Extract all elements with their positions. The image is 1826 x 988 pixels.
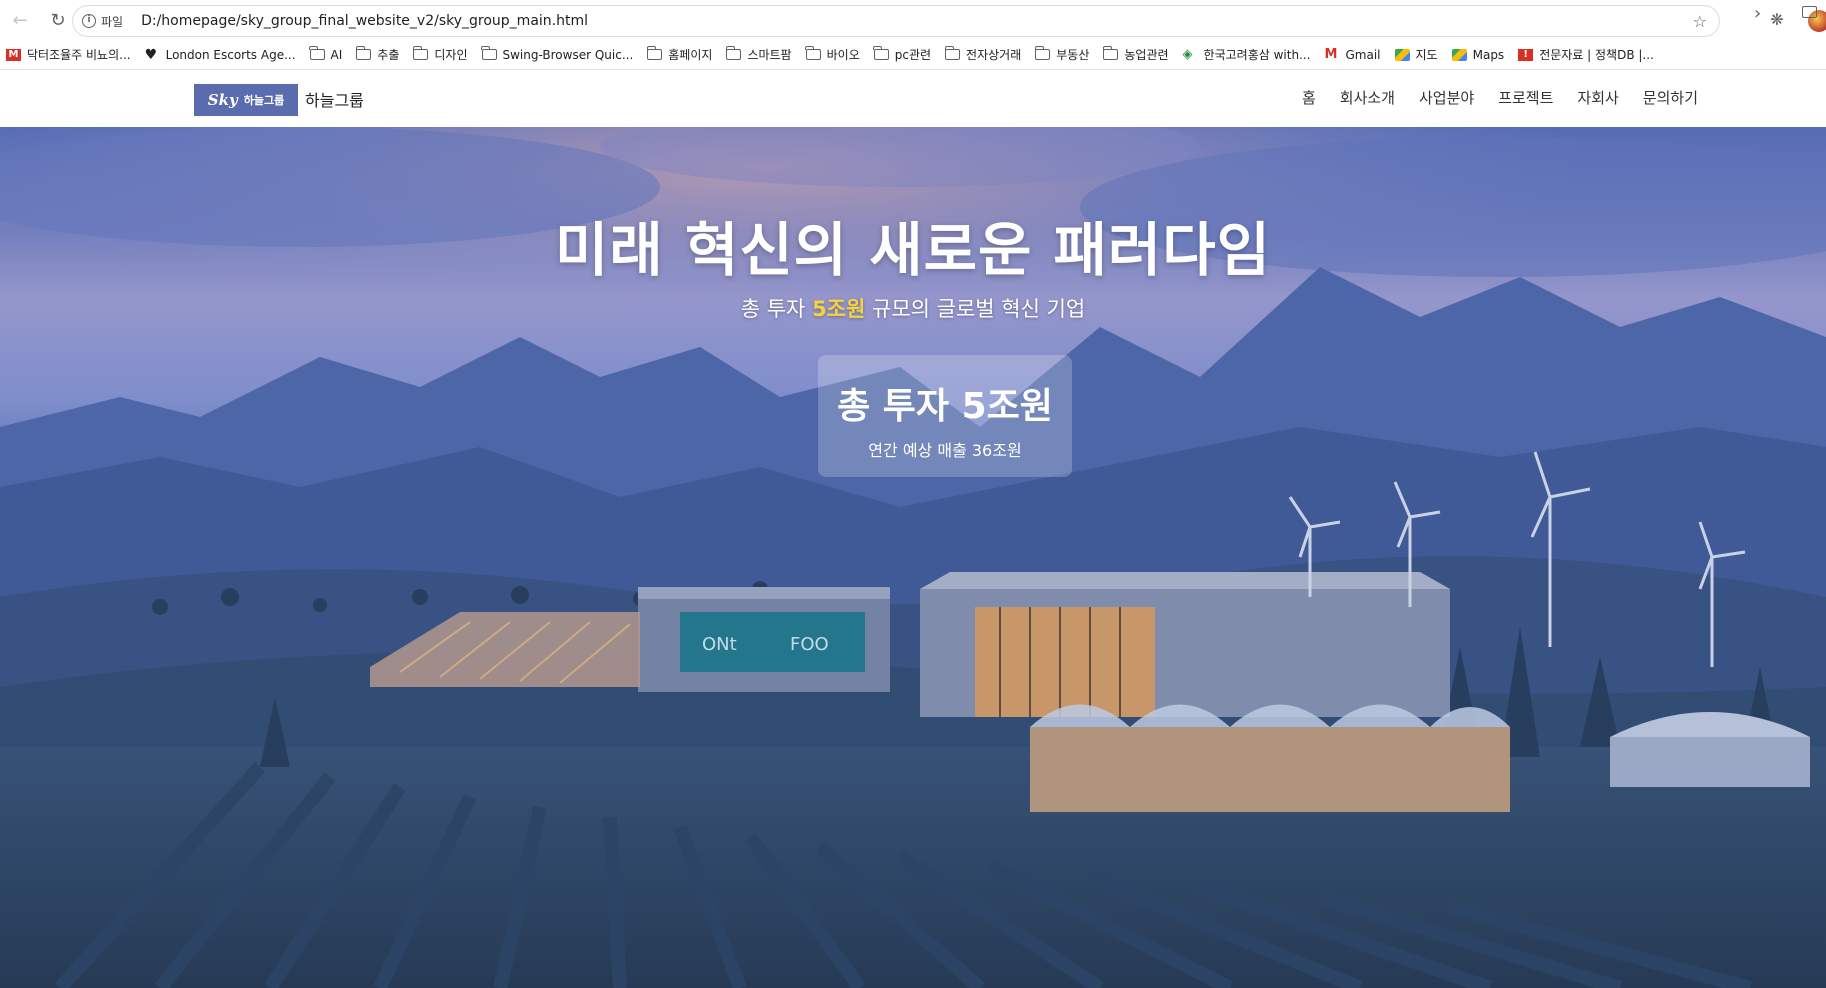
gmail-icon: M <box>1324 46 1338 62</box>
hero-title: 미래 혁신의 새로운 패러다임 <box>555 216 1271 284</box>
hero-subtitle-suffix: 규모의 글로벌 혁신 기업 <box>872 297 1086 321</box>
bookmark-label: AI <box>330 47 343 62</box>
folder-icon <box>646 46 663 60</box>
maps-icon <box>1451 48 1467 61</box>
folder-icon <box>481 46 497 60</box>
main-nav: 홈 회사소개 사업분야 프로젝트 자회사 문의하기 <box>1302 87 1698 108</box>
bookmark-item[interactable]: 전자상거래 <box>939 43 1029 67</box>
hero-subtitle-highlight: 5조원 <box>812 297 866 321</box>
bookmarks-overflow-chevron-icon[interactable]: › <box>1754 3 1761 24</box>
investment-stat-card: 총 투자 5조원 연간 예상 매출 36조원 <box>818 355 1072 477</box>
folder-icon <box>944 46 961 60</box>
nav-projects[interactable]: 프로젝트 <box>1498 87 1553 108</box>
extensions-puzzle-icon[interactable]: ❋ <box>1768 11 1786 29</box>
back-arrow-icon[interactable]: ← <box>6 6 34 34</box>
bookmark-item[interactable]: ♥ London Escorts Age... <box>139 43 304 67</box>
hero-section: ONt FOO 미래 혁신의 새로운 패러다임 총 투자 5조원 규모의 글로벌… <box>0 127 1826 988</box>
bookmark-item[interactable]: Swing-Browser Quic... <box>476 43 642 67</box>
info-icon[interactable]: i <box>82 14 96 28</box>
bookmark-label: 전자상거래 <box>966 48 1022 62</box>
bookmark-item[interactable]: M Gmail <box>1319 43 1389 67</box>
bookmark-item[interactable]: Maps <box>1446 43 1513 67</box>
app-m-icon: M <box>6 48 21 61</box>
folder-icon <box>1102 46 1119 60</box>
nav-business[interactable]: 사업분야 <box>1419 87 1474 108</box>
stat-total-investment: 총 투자 5조원 <box>837 386 1053 427</box>
nav-about[interactable]: 회사소개 <box>1340 87 1395 108</box>
bookmark-item[interactable]: AI <box>304 43 351 67</box>
shield-icon: ◈ <box>1182 46 1193 62</box>
bookmark-star-icon[interactable]: ☆ <box>1693 12 1707 31</box>
site-header: Sky 하늘그룹 하늘그룹 홈 회사소개 사업분야 프로젝트 자회사 문의하기 <box>0 71 1826 127</box>
bookmark-label: pc관련 <box>894 48 932 62</box>
folder-icon <box>873 46 889 60</box>
brand-name[interactable]: 하늘그룹 <box>305 87 364 111</box>
bookmarks-bar: M 닥터조율주 비뇨의... ♥ London Escorts Age... AI 추출 디… <box>0 40 1826 70</box>
heart-icon: ♥ <box>144 46 158 63</box>
bookmark-label: 추출 <box>377 48 400 62</box>
bookmark-label: 홈페이지 <box>668 48 713 62</box>
site-logo[interactable]: Sky 하늘그룹 <box>194 84 298 116</box>
bookmark-item[interactable]: 부동산 <box>1029 43 1097 67</box>
logo-script-text: Sky <box>207 91 238 109</box>
folder-icon <box>412 46 429 60</box>
bookmark-item[interactable]: pc관련 <box>868 43 939 67</box>
url-text[interactable]: D:/homepage/sky_group_final_website_v2/s… <box>141 13 588 29</box>
bookmark-item[interactable]: 스마트팜 <box>720 43 799 67</box>
bookmark-label: 닥터조율주 비뇨의... <box>27 48 131 62</box>
bookmarks-overflow-folder[interactable] <box>1802 6 1823 18</box>
bookmark-label: 부동산 <box>1056 48 1090 62</box>
nav-home[interactable]: 홈 <box>1302 87 1316 108</box>
folder-icon <box>309 46 325 60</box>
address-bar[interactable]: i 파일 D:/homepage/sky_group_final_website… <box>72 5 1720 37</box>
folder-icon <box>1034 46 1051 60</box>
bookmark-label: Maps <box>1472 47 1505 62</box>
bookmark-label: 전문자료 | 정책DB |... <box>1539 48 1654 62</box>
nav-contact[interactable]: 문의하기 <box>1643 87 1698 108</box>
hero-subtitle: 총 투자 5조원 규모의 글로벌 혁신 기업 <box>0 293 1826 323</box>
bookmark-item[interactable]: ◈ 한국고려홍삼 with... <box>1177 43 1319 67</box>
bookmark-item[interactable]: 홈페이지 <box>641 43 720 67</box>
bookmark-label: 농업관련 <box>1124 48 1169 62</box>
bookmark-label: 디자인 <box>434 48 468 62</box>
logo-small-text: 하늘그룹 <box>243 94 285 107</box>
bookmark-label: 스마트팜 <box>747 48 792 62</box>
bookmark-item[interactable]: 바이오 <box>800 43 868 67</box>
bookmark-item[interactable]: 추출 <box>350 43 407 67</box>
maps-icon <box>1394 48 1410 61</box>
nav-subsidiaries[interactable]: 자회사 <box>1577 87 1618 108</box>
bookmark-label: 지도 <box>1415 48 1438 62</box>
document-icon: ! <box>1518 48 1534 61</box>
bookmark-label: Swing-Browser Quic... <box>502 47 634 62</box>
folder-icon <box>725 46 742 60</box>
folder-icon <box>805 46 821 60</box>
bookmark-item[interactable]: M 닥터조율주 비뇨의... <box>0 43 139 67</box>
folder-icon <box>355 46 372 60</box>
hero-subtitle-prefix: 총 투자 <box>740 297 806 321</box>
bookmark-label: 한국고려홍삼 with... <box>1203 48 1311 62</box>
bookmark-label: Gmail <box>1345 47 1381 62</box>
page-info-chip[interactable]: 파일 <box>101 13 123 30</box>
bookmark-item[interactable]: 농업관련 <box>1097 43 1176 67</box>
bookmark-item[interactable]: ! 전문자료 | 정책DB |... <box>1512 43 1662 67</box>
reload-icon[interactable]: ↻ <box>44 6 72 34</box>
bookmark-label: 바이오 <box>826 48 860 62</box>
folder-icon <box>1802 6 1817 18</box>
bookmark-item[interactable]: 지도 <box>1389 43 1446 67</box>
stat-annual-revenue: 연간 예상 매출 36조원 <box>868 441 1022 460</box>
browser-toolbar: ← ↻ i 파일 D:/homepage/sky_group_final_web… <box>0 0 1826 40</box>
bookmark-label: London Escorts Age... <box>165 47 296 62</box>
bookmark-item[interactable]: 디자인 <box>407 43 475 67</box>
